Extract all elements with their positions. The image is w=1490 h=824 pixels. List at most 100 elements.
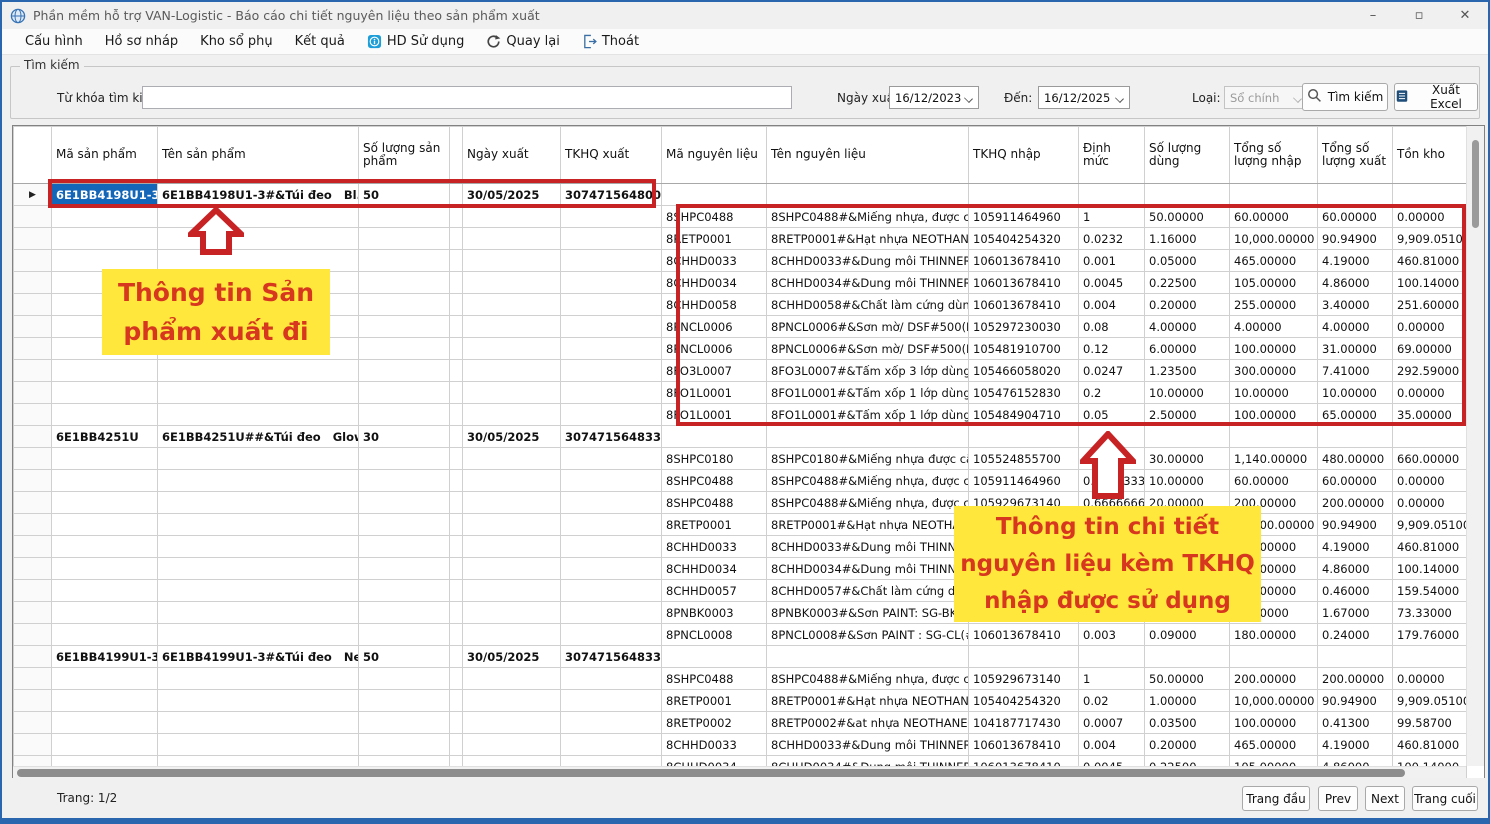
cell-tkhq-xuat[interactable]	[561, 712, 662, 734]
cell-so-luong-san-pham[interactable]	[359, 602, 450, 624]
cell-row-indicator[interactable]	[14, 228, 52, 250]
cell-tong-so-luong-nhap[interactable]: 105.00000	[1230, 272, 1318, 294]
column-header-so-luong-san-pham[interactable]: Số lượng sản phẩm	[359, 127, 450, 184]
cell-tong-so-luong-nhap[interactable]: 300.00000	[1230, 360, 1318, 382]
cell-ten-nguyen-lieu[interactable]: 8CHHD0034#&Dung môi THINNER : ...	[767, 272, 969, 294]
cell-so-luong-dung[interactable]: 10.00000	[1145, 382, 1230, 404]
cell-ten-san-pham[interactable]	[158, 668, 359, 690]
cell-ma-san-pham[interactable]	[52, 734, 158, 756]
cell-tong-so-luong-xuat[interactable]: 90.94900	[1318, 228, 1393, 250]
cell-ton-kho[interactable]	[1393, 646, 1467, 668]
cell-dinh-muc[interactable]: 0.08	[1079, 316, 1145, 338]
cell-tkhq-xuat[interactable]	[561, 668, 662, 690]
cell-tong-so-luong-nhap[interactable]: 465.00000	[1230, 250, 1318, 272]
cell-ngay-xuat[interactable]: 30/05/2025	[463, 426, 561, 448]
cell-so-luong-dung[interactable]: 50.00000	[1145, 668, 1230, 690]
cell-tkhq-xuat[interactable]	[561, 382, 662, 404]
cell-tong-so-luong-nhap[interactable]: 75.00000	[1230, 602, 1318, 624]
cell-ngay-xuat[interactable]	[463, 602, 561, 624]
column-header-ten-san-pham[interactable]: Tên sản phẩm	[158, 127, 359, 184]
cell-spacer[interactable]	[450, 668, 463, 690]
cell-dinh-muc[interactable]: 0.2	[1079, 382, 1145, 404]
cell-row-indicator[interactable]: ▶	[14, 184, 52, 206]
cell-ma-nguyen-lieu[interactable]: 8SHPC0488	[662, 206, 767, 228]
cell-so-luong-san-pham[interactable]	[359, 470, 450, 492]
cell-tong-so-luong-nhap[interactable]	[1230, 426, 1318, 448]
cell-ton-kho[interactable]: 159.54000	[1393, 580, 1467, 602]
cell-ma-san-pham[interactable]	[52, 712, 158, 734]
cell-so-luong-dung[interactable]	[1145, 558, 1230, 580]
cell-ma-nguyen-lieu[interactable]: 8RETP0002	[662, 712, 767, 734]
cell-ma-nguyen-lieu[interactable]: 8PNCL0006	[662, 316, 767, 338]
cell-ten-nguyen-lieu[interactable]: 8PNCL0006#&Sơn mờ/ DSF#500(M), ...	[767, 338, 969, 360]
cell-spacer[interactable]	[450, 536, 463, 558]
cell-tkhq-xuat[interactable]	[561, 558, 662, 580]
cell-ten-nguyen-lieu[interactable]: 8SHPC0180#&Miếng nhựa được cắt t...	[767, 448, 969, 470]
menu-item-2[interactable]: Hồ sơ nháp	[94, 31, 189, 52]
cell-ma-nguyen-lieu[interactable]: 8SHPC0488	[662, 470, 767, 492]
cell-so-luong-san-pham[interactable]	[359, 272, 450, 294]
cell-ton-kho[interactable]: 9,909.05100	[1393, 228, 1467, 250]
cell-ton-kho[interactable]: 0.00000	[1393, 316, 1467, 338]
cell-ten-nguyen-lieu[interactable]	[767, 646, 969, 668]
cell-tkhq-nhap[interactable]: 105929673140	[969, 492, 1079, 514]
cell-ngay-xuat[interactable]	[463, 536, 561, 558]
cell-so-luong-dung[interactable]: 50.00000	[1145, 206, 1230, 228]
cell-ten-san-pham[interactable]	[158, 228, 359, 250]
cell-ma-san-pham[interactable]	[52, 602, 158, 624]
vertical-scrollbar-thumb[interactable]	[1472, 140, 1479, 228]
cell-dinh-muc[interactable]: 0.05	[1079, 404, 1145, 426]
cell-so-luong-dung[interactable]: 0.20000	[1145, 294, 1230, 316]
cell-ten-san-pham[interactable]	[158, 250, 359, 272]
cell-ma-nguyen-lieu[interactable]: 8SHPC0488	[662, 668, 767, 690]
cell-so-luong-san-pham[interactable]	[359, 228, 450, 250]
cell-dinh-muc[interactable]: 0.6666666	[1079, 492, 1145, 514]
cell-tkhq-nhap[interactable]	[969, 558, 1079, 580]
cell-ngay-xuat[interactable]	[463, 514, 561, 536]
cell-ngay-xuat[interactable]	[463, 712, 561, 734]
cell-tong-so-luong-xuat[interactable]: 90.94900	[1318, 690, 1393, 712]
cell-tong-so-luong-xuat[interactable]: 3.40000	[1318, 294, 1393, 316]
cell-spacer[interactable]	[450, 360, 463, 382]
cell-tong-so-luong-xuat[interactable]: 7.41000	[1318, 360, 1393, 382]
cell-ma-nguyen-lieu[interactable]: 8FO1L0001	[662, 404, 767, 426]
cell-ngay-xuat[interactable]	[463, 470, 561, 492]
cell-tkhq-nhap[interactable]: 105911464960	[969, 206, 1079, 228]
cell-ma-nguyen-lieu[interactable]: 8CHHD0058	[662, 294, 767, 316]
cell-row-indicator[interactable]	[14, 712, 52, 734]
date-to-select[interactable]: 16/12/2025	[1038, 86, 1130, 109]
cell-spacer[interactable]	[450, 580, 463, 602]
vertical-scrollbar[interactable]	[1466, 126, 1484, 766]
cell-dinh-muc[interactable]: 0.8333333...	[1079, 470, 1145, 492]
cell-ten-san-pham[interactable]	[158, 690, 359, 712]
cell-tong-so-luong-nhap[interactable]: 60.00000	[1230, 470, 1318, 492]
cell-ngay-xuat[interactable]	[463, 294, 561, 316]
keyword-input[interactable]	[142, 86, 792, 109]
cell-ngay-xuat[interactable]	[463, 272, 561, 294]
cell-tkhq-xuat[interactable]	[561, 316, 662, 338]
cell-tkhq-xuat[interactable]	[561, 272, 662, 294]
cell-row-indicator[interactable]	[14, 272, 52, 294]
cell-row-indicator[interactable]	[14, 624, 52, 646]
cell-tong-so-luong-xuat[interactable]: 60.00000	[1318, 206, 1393, 228]
cell-ma-san-pham[interactable]	[52, 250, 158, 272]
cell-tkhq-xuat[interactable]	[561, 690, 662, 712]
column-header-tong-so-luong-xuat[interactable]: Tổng số lượng xuất	[1318, 127, 1393, 184]
cell-ten-nguyen-lieu[interactable]: 8CHHD0057#&Chất làm cứng dùng đ	[767, 580, 969, 602]
cell-row-indicator[interactable]	[14, 536, 52, 558]
cell-ngay-xuat[interactable]	[463, 382, 561, 404]
cell-tkhq-nhap[interactable]: 106013678410	[969, 734, 1079, 756]
cell-so-luong-san-pham[interactable]	[359, 250, 450, 272]
column-header-tkhq-nhap[interactable]: TKHQ nhập	[969, 127, 1079, 184]
minimize-button[interactable]: –	[1350, 2, 1396, 29]
cell-tkhq-nhap[interactable]	[969, 514, 1079, 536]
cell-ton-kho[interactable]: 69.00000	[1393, 338, 1467, 360]
cell-ton-kho[interactable]: 660.00000	[1393, 448, 1467, 470]
cell-tkhq-nhap[interactable]: 105297230030	[969, 316, 1079, 338]
cell-ten-nguyen-lieu[interactable]: 8PNBK0003#&Sơn PAINT: SG-BK(#0	[767, 602, 969, 624]
cell-tong-so-luong-nhap[interactable]: 200.00000	[1230, 492, 1318, 514]
cell-ngay-xuat[interactable]	[463, 338, 561, 360]
cell-tkhq-nhap[interactable]	[969, 646, 1079, 668]
cell-row-indicator[interactable]	[14, 602, 52, 624]
cell-row-indicator[interactable]	[14, 250, 52, 272]
